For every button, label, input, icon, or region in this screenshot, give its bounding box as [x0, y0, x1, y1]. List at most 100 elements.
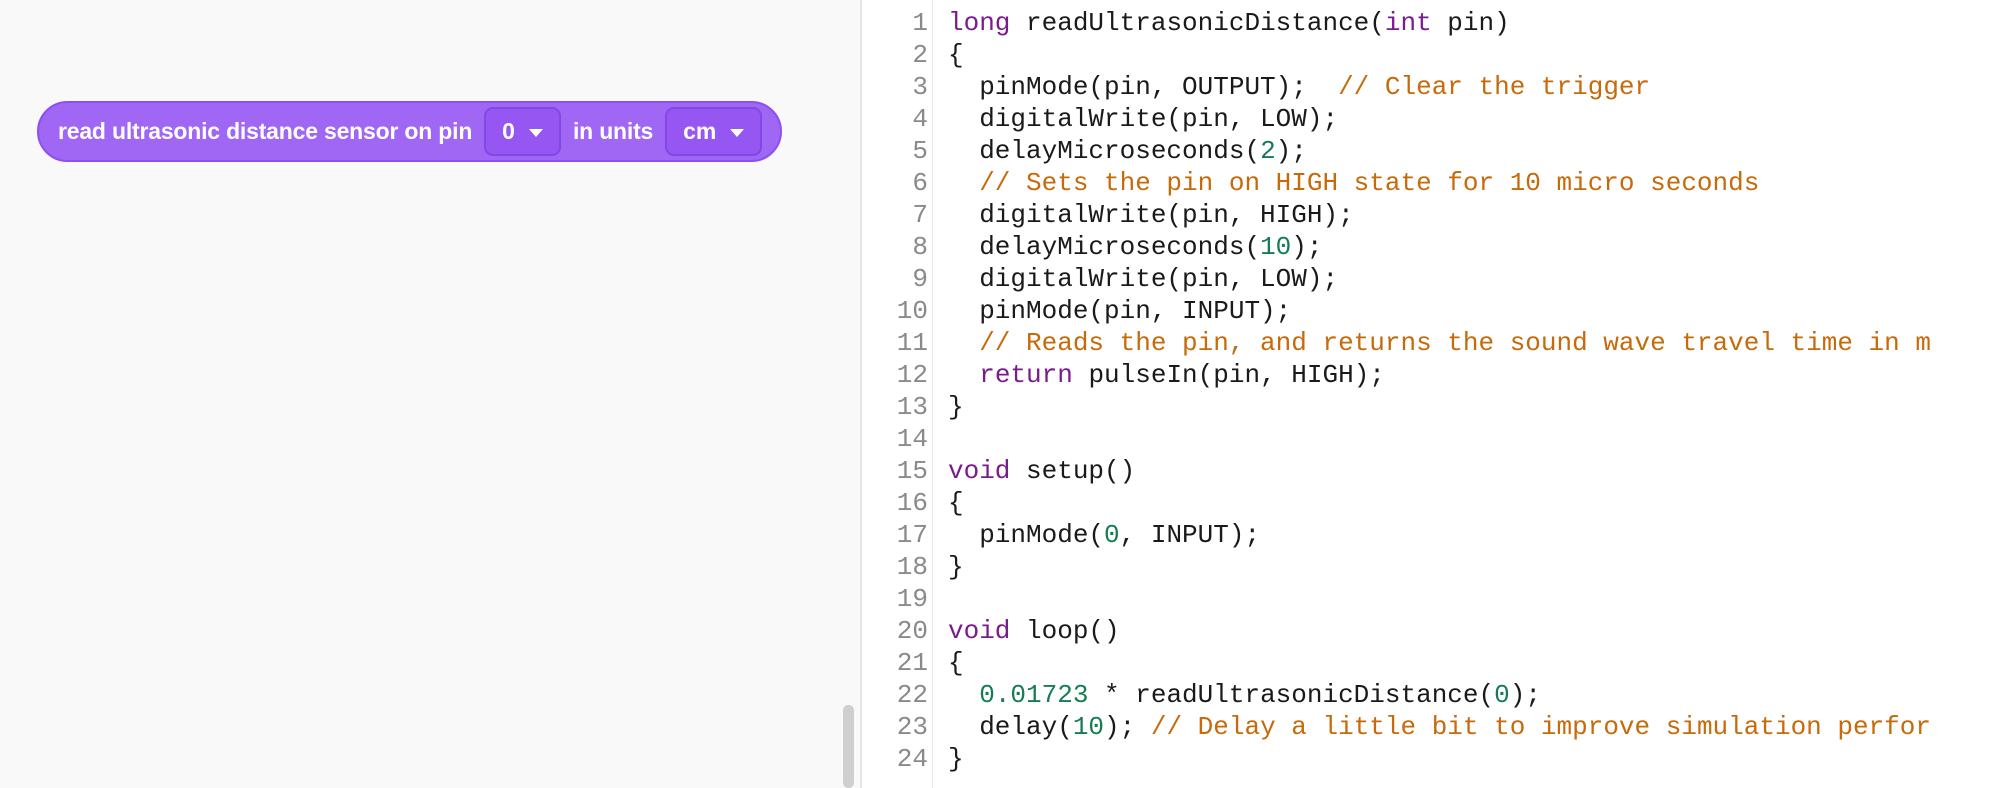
- pin-dropdown-value: 0: [502, 118, 515, 144]
- code-line[interactable]: 19: [862, 583, 2010, 615]
- code-keyword: long: [948, 8, 1011, 38]
- line-number: 14: [896, 424, 928, 454]
- code-number: 0.01723: [979, 680, 1089, 710]
- line-number: 19: [896, 584, 928, 614]
- code-token: loop(): [1010, 616, 1120, 646]
- code-line[interactable]: 4 digitalWrite(pin, LOW);: [862, 103, 2010, 135]
- line-number: 20: [896, 616, 928, 646]
- code-token: delayMicroseconds(: [948, 136, 1261, 166]
- code-view[interactable]: 1 long readUltrasonicDistance(int pin) 2{3…: [862, 7, 2010, 775]
- code-text: delayMicroseconds(10);: [928, 231, 1323, 263]
- code-line[interactable]: 15 void setup(): [862, 455, 2010, 487]
- code-text: delay(10); // Delay a little bit to impr…: [928, 711, 1931, 743]
- code-number: 10: [1072, 712, 1105, 742]
- code-token: );: [1104, 712, 1151, 742]
- line-number: 15: [896, 456, 928, 486]
- code-comment: // Reads the pin, and returns the sound …: [948, 328, 1931, 358]
- line-number: 10: [896, 296, 928, 326]
- code-line[interactable]: 20 void loop(): [862, 615, 2010, 647]
- line-number: 8: [912, 232, 928, 262]
- code-token: pin): [1431, 8, 1510, 38]
- line-number: 6: [912, 168, 928, 198]
- line-number: 2: [912, 40, 928, 70]
- code-text: {: [928, 39, 964, 71]
- line-number: 7: [912, 200, 928, 230]
- code-token: );: [1275, 136, 1307, 166]
- code-token: digitalWrite(pin, LOW);: [948, 104, 1339, 134]
- code-text: pinMode(0, INPUT);: [928, 519, 1260, 551]
- code-line[interactable]: 11 // Reads the pin, and returns the sou…: [862, 327, 2010, 359]
- code-line[interactable]: 9 digitalWrite(pin, LOW);: [862, 263, 2010, 295]
- line-number: 21: [896, 648, 928, 678]
- code-text: long readUltrasonicDistance(int pin): [928, 7, 1510, 39]
- code-line[interactable]: 23 delay(10); // Delay a little bit to i…: [862, 711, 2010, 743]
- pin-dropdown[interactable]: 0: [484, 107, 561, 156]
- line-number: 22: [896, 680, 928, 710]
- code-token: pulseIn(pin, HIGH);: [1072, 360, 1385, 390]
- code-token: pinMode(pin, INPUT);: [948, 296, 1292, 326]
- code-number: 10: [1260, 232, 1292, 262]
- code-token: delay(: [948, 712, 1073, 742]
- code-editor-panel[interactable]: 1 long readUltrasonicDistance(int pin) 2{3…: [862, 0, 2010, 788]
- code-text: {: [928, 647, 964, 679]
- code-text: void setup(): [928, 455, 1135, 487]
- code-line[interactable]: 1 long readUltrasonicDistance(int pin): [862, 7, 2010, 39]
- code-text: digitalWrite(pin, HIGH);: [928, 199, 1354, 231]
- code-text: void loop(): [928, 615, 1120, 647]
- code-line[interactable]: 17 pinMode(0, INPUT);: [862, 519, 2010, 551]
- line-number: 12: [896, 360, 928, 390]
- code-line[interactable]: 18}: [862, 551, 2010, 583]
- code-line[interactable]: 10 pinMode(pin, INPUT);: [862, 295, 2010, 327]
- code-keyword: return: [979, 360, 1073, 390]
- code-token: setup(): [1010, 456, 1136, 486]
- code-token: );: [1291, 232, 1323, 262]
- code-text: digitalWrite(pin, LOW);: [928, 263, 1338, 295]
- code-token: pinMode(: [948, 520, 1105, 550]
- code-line[interactable]: 6 // Sets the pin on HIGH state for 10 m…: [862, 167, 2010, 199]
- code-keyword: void: [948, 456, 1011, 486]
- code-text: }: [928, 551, 964, 583]
- code-token: }: [948, 744, 964, 774]
- code-line[interactable]: 3 pinMode(pin, OUTPUT); // Clear the tri…: [862, 71, 2010, 103]
- units-dropdown[interactable]: cm: [665, 107, 763, 156]
- code-token: digitalWrite(pin, HIGH);: [948, 200, 1354, 230]
- code-line[interactable]: 8 delayMicroseconds(10);: [862, 231, 2010, 263]
- line-number: 5: [912, 136, 928, 166]
- code-token: * readUltrasonicDistance(: [1088, 680, 1495, 710]
- code-token: {: [948, 40, 964, 70]
- read-ultrasonic-distance-block[interactable]: read ultrasonic distance sensor on pin 0…: [37, 101, 783, 162]
- code-line[interactable]: 14: [862, 423, 2010, 455]
- blocks-workspace[interactable]: read ultrasonic distance sensor on pin 0…: [0, 0, 860, 788]
- code-comment: // Sets the pin on HIGH state for 10 mic…: [948, 168, 1760, 198]
- code-keyword: void: [948, 616, 1011, 646]
- code-text: pinMode(pin, INPUT);: [928, 295, 1291, 327]
- line-number: 13: [896, 392, 928, 422]
- line-number: 18: [896, 552, 928, 582]
- line-number: 4: [912, 104, 928, 134]
- code-line[interactable]: 2{: [862, 39, 2010, 71]
- code-line[interactable]: 12 return pulseIn(pin, HIGH);: [862, 359, 2010, 391]
- code-line[interactable]: 7 digitalWrite(pin, HIGH);: [862, 199, 2010, 231]
- code-line[interactable]: 13}: [862, 391, 2010, 423]
- code-line[interactable]: 5 delayMicroseconds(2);: [862, 135, 2010, 167]
- code-text: delayMicroseconds(2);: [928, 135, 1307, 167]
- code-text: }: [928, 743, 964, 775]
- code-line[interactable]: 21 {: [862, 647, 2010, 679]
- code-text: 0.01723 * readUltrasonicDistance(0);: [928, 679, 1541, 711]
- code-line[interactable]: 16 {: [862, 487, 2010, 519]
- block-label-units: in units: [572, 118, 654, 144]
- workspace-scrollbar[interactable]: [843, 705, 854, 788]
- code-line[interactable]: 24}: [862, 743, 2010, 775]
- code-token: }: [948, 392, 964, 422]
- line-number: 17: [896, 520, 928, 550]
- line-number: 9: [912, 264, 928, 294]
- line-number: 24: [896, 744, 928, 774]
- code-line[interactable]: 22 0.01723 * readUltrasonicDistance(0);: [862, 679, 2010, 711]
- code-token: );: [1509, 680, 1541, 710]
- units-dropdown-value: cm: [683, 118, 717, 144]
- code-token: {: [948, 488, 964, 518]
- code-comment: // Delay a little bit to improve simulat…: [1150, 712, 1931, 742]
